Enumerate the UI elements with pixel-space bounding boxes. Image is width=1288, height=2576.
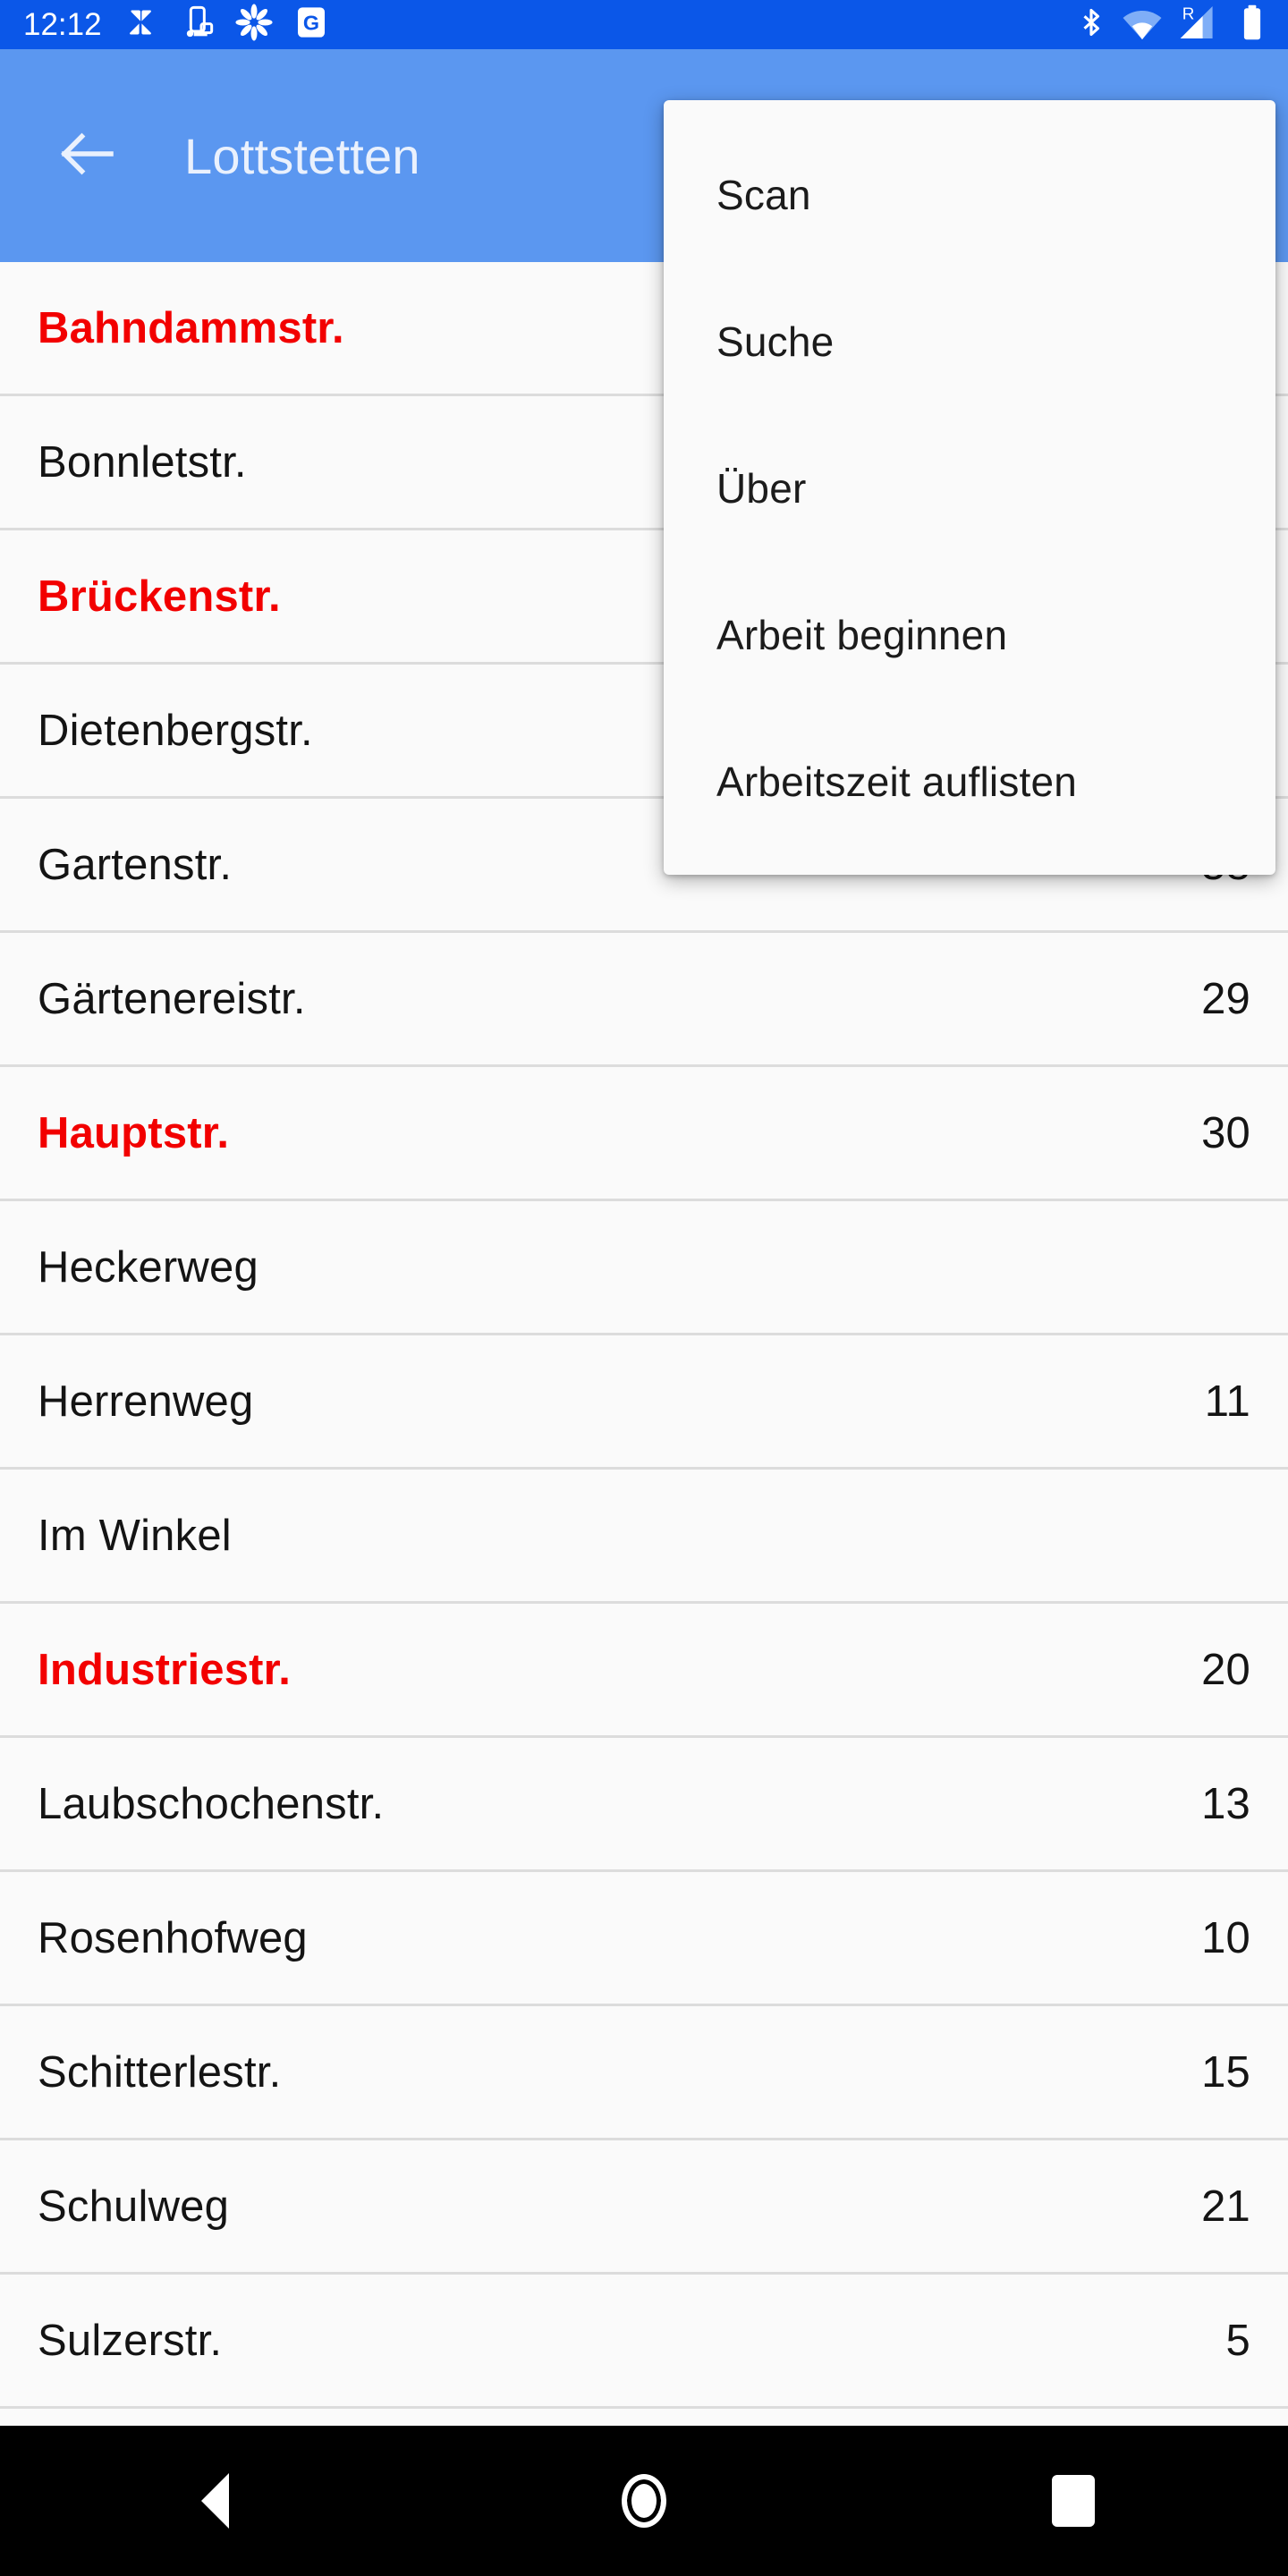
table-row[interactable]: Im Winkel (0, 1470, 1288, 1604)
street-count: 15 (1201, 2047, 1250, 2097)
nav-recents-button[interactable] (1002, 2426, 1145, 2576)
triangle-back-icon (200, 2473, 229, 2529)
status-bar: 12:12 G R (0, 0, 1288, 49)
bluetooth-icon (1075, 4, 1107, 45)
wifi-icon (1122, 4, 1163, 45)
street-name: Sulzerstr. (38, 2316, 223, 2365)
street-name: Schulweg (38, 2182, 230, 2231)
street-name: Gärtenereistr. (38, 974, 306, 1023)
street-name: Dietenbergstr. (38, 706, 313, 755)
roaming-signal-icon: R (1177, 3, 1225, 47)
arrow-left-icon (53, 119, 123, 193)
table-row[interactable]: Schulweg 21 (0, 2140, 1288, 2275)
table-row[interactable]: Herrenweg 11 (0, 1335, 1288, 1470)
table-row[interactable]: Schitterlestr. 15 (0, 2006, 1288, 2140)
street-name: Gartenstr. (38, 840, 233, 889)
system-navigation-bar (0, 2426, 1288, 2576)
street-count: 29 (1201, 974, 1250, 1023)
street-count: 30 (1201, 1108, 1250, 1157)
street-name: Im Winkel (38, 1511, 232, 1560)
street-name: Brückenstr. (38, 572, 281, 621)
back-button[interactable] (43, 111, 132, 200)
table-row[interactable]: Rosenhofweg 10 (0, 1872, 1288, 2006)
menu-item-arbeitszeit-auflisten[interactable]: Arbeitszeit auflisten (664, 708, 1275, 855)
nav-home-button[interactable] (572, 2426, 716, 2576)
street-name: Schitterlestr. (38, 2047, 282, 2097)
street-name: Rosenhofweg (38, 1913, 308, 1962)
overflow-menu: Scan Suche Über Arbeit beginnen Arbeitsz… (664, 100, 1275, 875)
table-row[interactable]: Hauptstr. 30 (0, 1067, 1288, 1201)
street-count: 11 (1204, 1377, 1250, 1426)
status-bar-clock: 12:12 (23, 7, 102, 42)
street-name: Industriestr. (38, 1645, 292, 1694)
square-recents-icon (1052, 2475, 1095, 2527)
street-count: 20 (1201, 1645, 1250, 1694)
status-bar-right-group: R (1075, 3, 1265, 47)
menu-item-suche[interactable]: Suche (664, 268, 1275, 415)
google-g-icon: G (293, 4, 329, 45)
street-count: 10 (1201, 1913, 1250, 1962)
menu-item-ueber[interactable]: Über (664, 415, 1275, 562)
table-row[interactable]: Laubschochenstr. 13 (0, 1738, 1288, 1872)
asterisk-flower-icon (234, 3, 274, 47)
table-row[interactable]: Industriestr. 20 (0, 1604, 1288, 1738)
svg-text:G: G (303, 12, 319, 35)
page-title: Lottstetten (184, 127, 420, 184)
street-count: 5 (1225, 2316, 1250, 2365)
circle-home-icon (622, 2474, 666, 2528)
street-name: Bahndammstr. (38, 303, 344, 352)
pinwheel-icon (122, 4, 159, 46)
nav-back-button[interactable] (143, 2426, 286, 2576)
street-name: Laubschochenstr. (38, 1779, 385, 1828)
table-row[interactable]: Sulzerstr. 5 (0, 2275, 1288, 2409)
phone-link-icon (179, 4, 215, 45)
table-row[interactable]: Gärtenereistr. 29 (0, 933, 1288, 1067)
street-name: Herrenweg (38, 1377, 254, 1426)
street-name: Hauptstr. (38, 1108, 230, 1157)
menu-item-scan[interactable]: Scan (664, 122, 1275, 268)
menu-item-arbeit-beginnen[interactable]: Arbeit beginnen (664, 562, 1275, 708)
street-name: Heckerweg (38, 1242, 258, 1292)
svg-text:R: R (1182, 4, 1195, 23)
street-name: Bonnletstr. (38, 437, 247, 487)
table-row[interactable]: Heckerweg (0, 1201, 1288, 1335)
phone-screen: 12:12 G R Lottstetten Bahndammstr. Bonnl… (0, 0, 1288, 2576)
status-bar-left-group: 12:12 G (23, 0, 329, 49)
street-count: 21 (1201, 2182, 1250, 2231)
street-count: 13 (1201, 1779, 1250, 1828)
battery-icon (1240, 4, 1265, 46)
